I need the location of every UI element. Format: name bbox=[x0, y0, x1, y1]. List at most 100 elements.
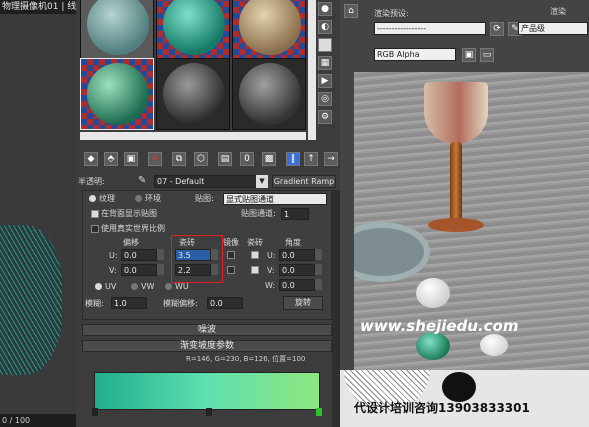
preview-icon[interactable]: ◎ bbox=[318, 92, 332, 106]
blur-offset-field[interactable]: 0.0 bbox=[207, 297, 243, 309]
material-id-icon[interactable]: 0 bbox=[240, 152, 254, 166]
sample-slot-active[interactable] bbox=[80, 58, 154, 130]
u-offset-spinner[interactable] bbox=[157, 249, 164, 260]
glass-cup-stem bbox=[450, 142, 462, 222]
v-offset-spinner[interactable] bbox=[157, 264, 164, 275]
noise-rollout[interactable]: 噪波 bbox=[82, 324, 332, 336]
v-tile-checkbox[interactable] bbox=[251, 266, 259, 274]
rendered-frame[interactable]: www.shejiedu.com bbox=[354, 72, 589, 370]
v-mirror-checkbox[interactable] bbox=[227, 266, 235, 274]
sample-slot[interactable] bbox=[156, 0, 230, 60]
wu-radio[interactable] bbox=[165, 283, 172, 290]
flag-end[interactable] bbox=[316, 408, 322, 416]
u-mirror-checkbox[interactable] bbox=[227, 251, 235, 259]
coordinates-panel: 纹理 环境 贴图: 显式贴图通道 在背面显示贴图 贴图通道: 1 使用真实世界比… bbox=[82, 190, 332, 320]
copy-material-icon[interactable]: ⧉ bbox=[172, 152, 186, 166]
u-label: U: bbox=[109, 251, 118, 260]
slot-scrollbar-h[interactable] bbox=[80, 132, 306, 140]
material-sphere-icon bbox=[163, 0, 225, 55]
rotate-button[interactable]: 旋转 bbox=[283, 296, 323, 310]
environ-radio[interactable] bbox=[135, 195, 142, 202]
white-egg bbox=[416, 278, 450, 308]
uv-label: UV bbox=[105, 282, 117, 291]
v-angle-spinner[interactable] bbox=[315, 264, 322, 275]
uv-radio[interactable] bbox=[95, 283, 102, 290]
w-angle-spinner[interactable] bbox=[315, 279, 322, 290]
u-angle-field[interactable]: 0.0 bbox=[279, 249, 315, 261]
map-type-button[interactable]: Gradient Ramp bbox=[272, 175, 336, 188]
glass-cup-base bbox=[428, 218, 484, 232]
go-forward-icon[interactable]: → bbox=[324, 152, 338, 166]
save-preset-icon[interactable]: ⟳ bbox=[490, 22, 504, 36]
gradient-ramp-bar[interactable] bbox=[94, 372, 320, 410]
render-bottom-area: 代设计培训咨询13903833301 bbox=[340, 370, 589, 427]
sample-slot[interactable] bbox=[232, 0, 306, 60]
v-offset-field[interactable]: 0.0 bbox=[121, 264, 157, 276]
gradient-ramp-rollout[interactable]: 渐变坡度参数 bbox=[82, 340, 332, 352]
sample-type-icon[interactable]: ● bbox=[318, 2, 332, 16]
sample-slot[interactable] bbox=[232, 58, 306, 130]
render-setup-area: ⌂ 渲染预设: ----------------- ⟳ ✎ 渲染 产品级 RGB… bbox=[340, 0, 589, 72]
toggle-ui-icon[interactable]: ▭ bbox=[480, 48, 494, 62]
w-label: W: bbox=[265, 281, 276, 290]
vw-radio[interactable] bbox=[131, 283, 138, 290]
get-material-icon[interactable]: ◆ bbox=[84, 152, 98, 166]
map-channel-field[interactable]: 1 bbox=[281, 208, 309, 220]
eyedropper-icon[interactable]: ✎ bbox=[138, 175, 148, 187]
texture-radio[interactable] bbox=[89, 195, 96, 202]
sample-slot[interactable] bbox=[80, 0, 154, 60]
mapping-label: 贴图: bbox=[195, 194, 214, 203]
tile-header: 瓷砖 bbox=[247, 238, 263, 247]
angle-header: 角度 bbox=[285, 238, 301, 247]
blur-field[interactable]: 1.0 bbox=[111, 297, 147, 309]
material-toolbar: ◆ ⬘ ▣ ✕ ⧉ ⬡ ▤ 0 ▩ ‖ ↑ → bbox=[80, 150, 338, 168]
vw-label: VW bbox=[141, 282, 155, 291]
time-slider-readout: 0 / 100 bbox=[0, 414, 76, 427]
go-to-parent-icon[interactable]: ↑ bbox=[304, 152, 318, 166]
preset-dropdown[interactable]: ----------------- bbox=[374, 22, 486, 35]
display-channel-icon[interactable]: ▣ bbox=[462, 48, 476, 62]
u-tile-checkbox[interactable] bbox=[251, 251, 259, 259]
options-icon[interactable]: ⚙ bbox=[318, 110, 332, 124]
assign-material-icon[interactable]: ▣ bbox=[124, 152, 138, 166]
show-map-icon[interactable]: ▩ bbox=[262, 152, 276, 166]
material-sphere-icon bbox=[239, 63, 301, 125]
editor-scrollbar[interactable] bbox=[332, 190, 340, 427]
show-end-result-icon[interactable]: ‖ bbox=[286, 152, 300, 166]
show-back-checkbox[interactable] bbox=[91, 210, 99, 218]
put-to-library-icon[interactable]: ▤ bbox=[218, 152, 232, 166]
u-angle-spinner[interactable] bbox=[315, 249, 322, 260]
product-dropdown[interactable]: 产品级 bbox=[518, 22, 588, 35]
lock-icon[interactable]: ⌂ bbox=[344, 4, 358, 18]
w-angle-field[interactable]: 0.0 bbox=[279, 279, 315, 291]
mapping-dropdown[interactable]: 显式贴图通道 bbox=[223, 193, 327, 205]
black-sphere-preview bbox=[442, 372, 476, 402]
blur-label: 模糊: bbox=[85, 299, 104, 308]
tiling-highlight-box bbox=[171, 235, 223, 283]
flag-start[interactable] bbox=[92, 408, 98, 416]
backlight-icon[interactable]: ◐ bbox=[318, 20, 332, 34]
material-name-field[interactable]: 07 - Default bbox=[154, 175, 268, 188]
material-sphere-icon bbox=[87, 63, 149, 125]
realworld-checkbox[interactable] bbox=[91, 225, 99, 233]
u-offset-field[interactable]: 0.0 bbox=[121, 249, 157, 261]
reset-map-icon[interactable]: ✕ bbox=[148, 152, 162, 166]
v-angle-field[interactable]: 0.0 bbox=[279, 264, 315, 276]
preset-label: 渲染预设: bbox=[374, 9, 409, 18]
put-to-scene-icon[interactable]: ⬘ bbox=[104, 152, 118, 166]
slot-scrollbar-v[interactable] bbox=[308, 0, 316, 140]
uv-tiling-icon[interactable]: ▦ bbox=[318, 56, 332, 70]
make-unique-icon[interactable]: ⬡ bbox=[194, 152, 208, 166]
flag-middle[interactable] bbox=[206, 408, 212, 416]
sample-slot[interactable] bbox=[156, 58, 230, 130]
viewport-title[interactable]: 物理摄像机01 | 线 bbox=[0, 0, 76, 14]
left-viewport[interactable]: 物理摄像机01 | 线 0 / 100 bbox=[0, 0, 76, 427]
channel-dropdown[interactable]: RGB Alpha bbox=[374, 48, 456, 61]
mirror-header: 镜像 bbox=[223, 238, 239, 247]
name-dropdown-arrow-icon[interactable]: ▼ bbox=[256, 175, 268, 188]
show-back-label: 在背面显示贴图 bbox=[101, 209, 157, 218]
video-check-icon[interactable]: ▶ bbox=[318, 74, 332, 88]
wireframe-sphere bbox=[0, 225, 62, 375]
background-icon[interactable] bbox=[318, 38, 332, 52]
material-editor: ● ◐ ▦ ▶ ◎ ⚙ ◆ ⬘ ▣ ✕ ⧉ ⬡ ▤ 0 ▩ ‖ ↑ → 半透明:… bbox=[76, 0, 340, 427]
